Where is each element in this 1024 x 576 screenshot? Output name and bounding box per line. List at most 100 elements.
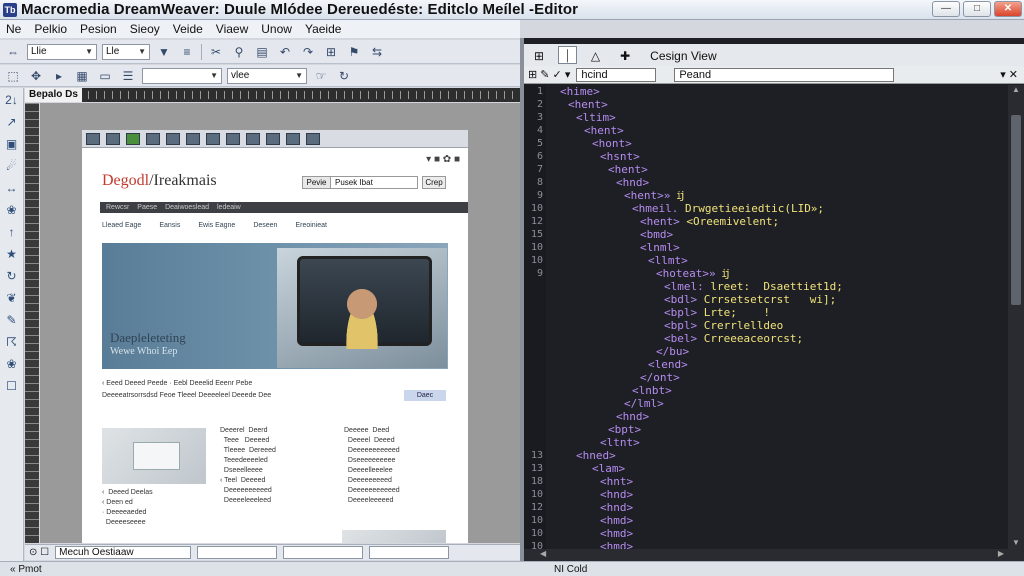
code-line[interactable]: </lml> (560, 397, 994, 410)
code-line[interactable]: <bpl> Lrte; ! (560, 306, 994, 319)
tool-button[interactable]: ❦ (2, 288, 22, 308)
tool-button[interactable]: ★ (2, 244, 22, 264)
toolbar-button[interactable] (286, 132, 300, 145)
code-line[interactable]: <hent>» ĳ (560, 189, 994, 202)
link-icon[interactable]: ⇆ (368, 43, 386, 61)
tool-button[interactable]: ↑ (2, 222, 22, 242)
code-line[interactable]: <hnd> (560, 488, 994, 501)
code-line[interactable]: <hoteat>» ĳ (560, 267, 994, 280)
size-select[interactable]: Lle ▼ (102, 43, 150, 60)
pin-icon[interactable]: ⚑ (345, 43, 363, 61)
code-line[interactable]: <bel> Crreeeaceorcst; (560, 332, 994, 345)
menu-item[interactable]: Unow (261, 22, 292, 36)
tool-button[interactable]: ↻ (2, 266, 22, 286)
code-line[interactable]: </ont> (560, 371, 994, 384)
code-line[interactable]: <hmd> (560, 527, 994, 540)
code-line[interactable]: <ltim> (560, 111, 994, 124)
code-line[interactable]: <hime> (560, 85, 994, 98)
code-editor[interactable]: <hime> <hent> <ltim> <hent> <hont> <hsnt> <hen… (560, 85, 994, 550)
scroll-left-icon[interactable]: ◀ (540, 549, 546, 558)
close-icon[interactable]: ▾ ✕ (1000, 68, 1018, 81)
code-line[interactable]: <hned> (560, 449, 994, 462)
tool-button[interactable]: ✎ (2, 310, 22, 330)
minimize-button[interactable]: ― (932, 1, 960, 17)
tab-icon[interactable]: △ (585, 46, 606, 64)
pointer-icon[interactable]: ⬚ (4, 67, 22, 85)
refresh-icon[interactable]: ↻ (335, 67, 353, 85)
toolbar-button[interactable] (226, 132, 240, 145)
code-line[interactable]: <hmd> (560, 514, 994, 527)
menu-item[interactable]: Veide (173, 22, 203, 36)
list-icon[interactable]: ☰ (119, 67, 137, 85)
menu-item[interactable]: Pelkio (34, 22, 67, 36)
status-field[interactable] (369, 546, 450, 559)
code-line[interactable]: <hent> (560, 98, 994, 111)
tag-selector[interactable]: Mecuh Oestiaaw (55, 546, 192, 559)
code-line[interactable]: <hent> <Oreemivelent; (560, 215, 994, 228)
tool-button[interactable]: ❀ (2, 200, 22, 220)
scroll-right-icon[interactable]: ▶ (998, 549, 1004, 558)
code-toolbar-icons[interactable]: ⊞ ✎ ✓ ▾ (528, 68, 570, 81)
code-line[interactable]: <bpl> Crerrlelldeo (560, 319, 994, 332)
code-line[interactable]: <hnd> (560, 501, 994, 514)
code-line[interactable]: <lnml> (560, 241, 994, 254)
tool-button[interactable]: ❀ (2, 354, 22, 374)
play-icon[interactable]: ▸ (50, 67, 68, 85)
font-select[interactable]: Llie ▼ (27, 43, 97, 60)
code-line[interactable]: <ltnt> (560, 436, 994, 449)
toolbar-button[interactable] (166, 132, 180, 145)
doc-icon[interactable]: ▤ (253, 43, 271, 61)
undo-icon[interactable]: ↶ (276, 43, 294, 61)
code-line[interactable]: <llmt> (560, 254, 994, 267)
code-line[interactable]: <hont> (560, 137, 994, 150)
toolbar-button[interactable] (106, 132, 120, 145)
tool-button[interactable]: ☈ (2, 332, 22, 352)
search-icon[interactable]: ⚲ (230, 43, 248, 61)
format-select[interactable]: ▼ (142, 67, 222, 84)
redo-icon[interactable]: ↷ (299, 43, 317, 61)
code-line[interactable]: <hnt> (560, 475, 994, 488)
page-search-button[interactable]: Crep (422, 176, 446, 189)
tool-button[interactable]: ▣ (2, 134, 22, 154)
code-line[interactable]: <hent> (560, 163, 994, 176)
toolbar-button[interactable] (126, 132, 140, 145)
tool-button[interactable]: ↔ (2, 178, 22, 198)
arrows-icon[interactable]: ⇔ (4, 43, 22, 61)
toolbar-button[interactable] (266, 132, 280, 145)
tool-button[interactable]: ☐ (2, 376, 22, 396)
code-line[interactable]: </bu> (560, 345, 994, 358)
toolbar-button[interactable] (86, 132, 100, 145)
tool-button[interactable]: ☄ (2, 156, 22, 176)
hand-icon[interactable]: ☞ (312, 67, 330, 85)
toolbar-button[interactable] (246, 132, 260, 145)
code-line[interactable]: <hent> (560, 124, 994, 137)
status-field[interactable] (197, 546, 278, 559)
document-tab[interactable]: Bepalo Ds (25, 88, 82, 102)
tab-icon[interactable]: ⏐ (558, 46, 577, 64)
horizontal-scrollbar[interactable]: ◀ ▶ (524, 549, 1024, 561)
tree-icon[interactable]: ⊞ (322, 43, 340, 61)
dropdown-icon[interactable]: ▼ (155, 43, 173, 61)
web-page-preview[interactable]: ▾ ■ ✿ ■ Degodl/Ireakmais Pevie Pusek Iba… (82, 148, 468, 543)
status-field[interactable] (283, 546, 364, 559)
toolbar-button[interactable] (206, 132, 220, 145)
code-line[interactable]: <bmd> (560, 228, 994, 241)
code-line[interactable]: <hnd> (560, 176, 994, 189)
tab-icon[interactable]: ✚ (614, 46, 636, 64)
path-field[interactable]: Peand (674, 67, 895, 82)
scroll-thumb[interactable] (1011, 115, 1021, 305)
menu-item[interactable]: Viaew (216, 22, 248, 36)
doc-icon[interactable]: ▭ (96, 67, 114, 85)
code-line[interactable]: <bpt> (560, 423, 994, 436)
style-select[interactable]: vlee ▼ (227, 67, 307, 84)
page-nav[interactable]: Rewcsr Paese Deaiwoeslead ledeaiw (100, 202, 468, 213)
tool-button[interactable]: ↗ (2, 112, 22, 132)
tool-button[interactable]: 2↓ (2, 90, 22, 110)
code-line[interactable]: <lnbt> (560, 384, 994, 397)
code-line[interactable]: <hnd> (560, 410, 994, 423)
toolbar-button[interactable] (306, 132, 320, 145)
tab-design-view[interactable]: Cesign View (644, 46, 722, 64)
close-button[interactable]: ✕ (994, 1, 1022, 17)
toolbar-button[interactable] (186, 132, 200, 145)
move-icon[interactable]: ✥ (27, 67, 45, 85)
